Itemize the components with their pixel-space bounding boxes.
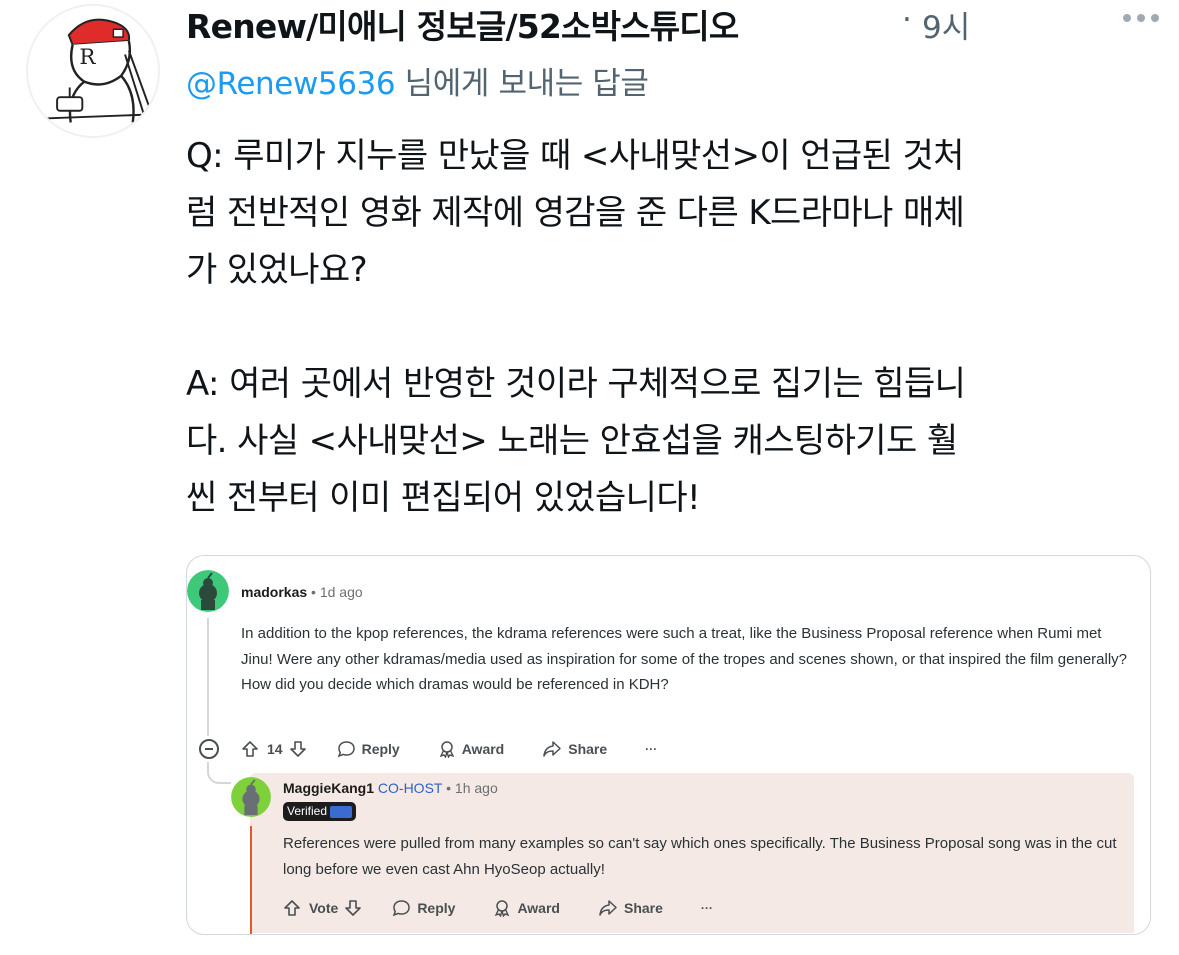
- reply-actions: Vote Reply Award Share ···: [283, 899, 713, 917]
- award-icon: [439, 741, 455, 758]
- more-options-button[interactable]: ···: [645, 742, 657, 756]
- comment-text: In addition to the kpop references, the …: [241, 625, 1128, 693]
- tweet-line: 럼 전반적인 영화 제작에 영감을 준 다른 K드라마나 매체: [186, 193, 965, 233]
- embedded-image[interactable]: madorkas • 1d ago In addition to the kpo…: [186, 555, 1151, 935]
- reply-to-handle[interactable]: @Renew5636: [186, 66, 396, 102]
- reply-context: @Renew5636 님에게 보내는 답글: [186, 58, 649, 103]
- share-button[interactable]: Share: [542, 740, 607, 758]
- upvote-button[interactable]: [241, 740, 259, 758]
- tweet-time[interactable]: 9시: [922, 2, 970, 47]
- reply-text: References were pulled from many example…: [283, 835, 1117, 878]
- reply-meta: MaggieKang1 CO-HOST • 1h ago: [283, 780, 498, 796]
- upvote-icon: [242, 741, 258, 757]
- share-button[interactable]: Share: [598, 899, 663, 917]
- share-icon: [599, 900, 617, 916]
- more-icon[interactable]: [1117, 8, 1159, 28]
- tweet-line: 가 있었나요?: [186, 250, 368, 290]
- thread-line: [207, 618, 209, 736]
- vote-label: Vote: [309, 900, 339, 916]
- reply-button[interactable]: Reply: [337, 740, 400, 758]
- upvote-icon: [284, 900, 300, 916]
- collapse-icon[interactable]: [199, 739, 219, 759]
- svg-text:R: R: [79, 45, 96, 70]
- more-options-button[interactable]: ···: [701, 901, 713, 915]
- comment-username[interactable]: madorkas: [241, 584, 307, 600]
- comment-icon: [393, 900, 411, 917]
- award-button[interactable]: Award: [438, 740, 504, 758]
- comment-actions: 14 Reply Award Share ···: [241, 740, 657, 758]
- reply-button[interactable]: Reply: [392, 899, 455, 917]
- downvote-icon: [345, 900, 362, 916]
- upvote-button[interactable]: [283, 899, 301, 917]
- comment-meta: madorkas • 1d ago: [241, 584, 363, 600]
- tweet-text: Q: 루미가 지누를 만났을 때 <사내맞선>이 언급된 것처 럼 전반적인 영…: [186, 128, 1161, 527]
- verified-icon: [330, 805, 353, 818]
- profile-avatar[interactable]: R: [26, 4, 160, 138]
- avatar-drawing: R: [28, 6, 158, 136]
- award-button[interactable]: Award: [493, 899, 560, 917]
- comment-icon: [337, 741, 355, 758]
- reply-to-suffix: 님에게 보내는 답글: [404, 66, 649, 102]
- tweet-line: A: 여러 곳에서 반영한 것이라 구체적으로 집기는 힘듭니: [186, 364, 966, 404]
- tweet-header: Renew/미애니 정보글/52소박스튜디오 · 9시: [186, 0, 1159, 50]
- vote-count: 14: [267, 741, 283, 757]
- tweet-line: Q: 루미가 지누를 만났을 때 <사내맞선>이 언급된 것처: [186, 136, 964, 176]
- tweet-line: 씬 전부터 이미 편집되어 있었습니다!: [186, 478, 701, 518]
- verified-badge: Verified: [283, 802, 357, 821]
- reply-accent-bar: [250, 826, 252, 934]
- reply-username[interactable]: MaggieKang1: [283, 780, 374, 796]
- award-icon: [495, 900, 510, 917]
- replier-avatar[interactable]: [231, 777, 271, 817]
- display-name[interactable]: Renew/미애니 정보글/52소박스튜디오: [186, 0, 739, 48]
- share-icon: [543, 741, 561, 757]
- thread-connector: [207, 762, 231, 784]
- comment-age: 1d ago: [319, 584, 363, 600]
- downvote-button[interactable]: [344, 899, 362, 917]
- downvote-icon: [289, 741, 306, 757]
- reply-age: 1h ago: [454, 780, 498, 796]
- downvote-button[interactable]: [289, 740, 307, 758]
- tweet-line: 다. 사실 <사내맞선> 노래는 안효섭을 캐스팅하기도 훨: [186, 421, 958, 461]
- time-separator: ·: [902, 2, 912, 38]
- cohost-flair: CO-HOST: [377, 780, 443, 796]
- commenter-avatar[interactable]: [187, 570, 229, 612]
